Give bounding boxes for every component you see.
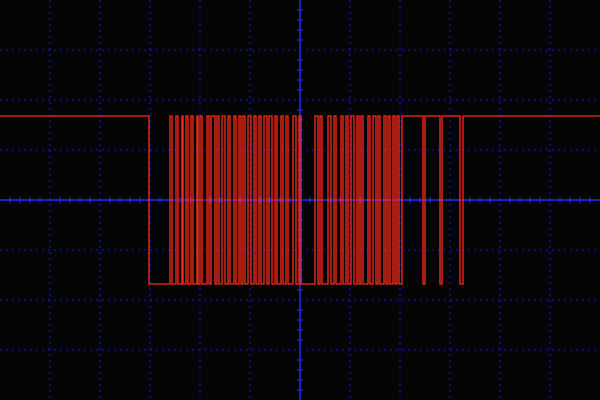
oscilloscope-screen	[0, 0, 600, 400]
